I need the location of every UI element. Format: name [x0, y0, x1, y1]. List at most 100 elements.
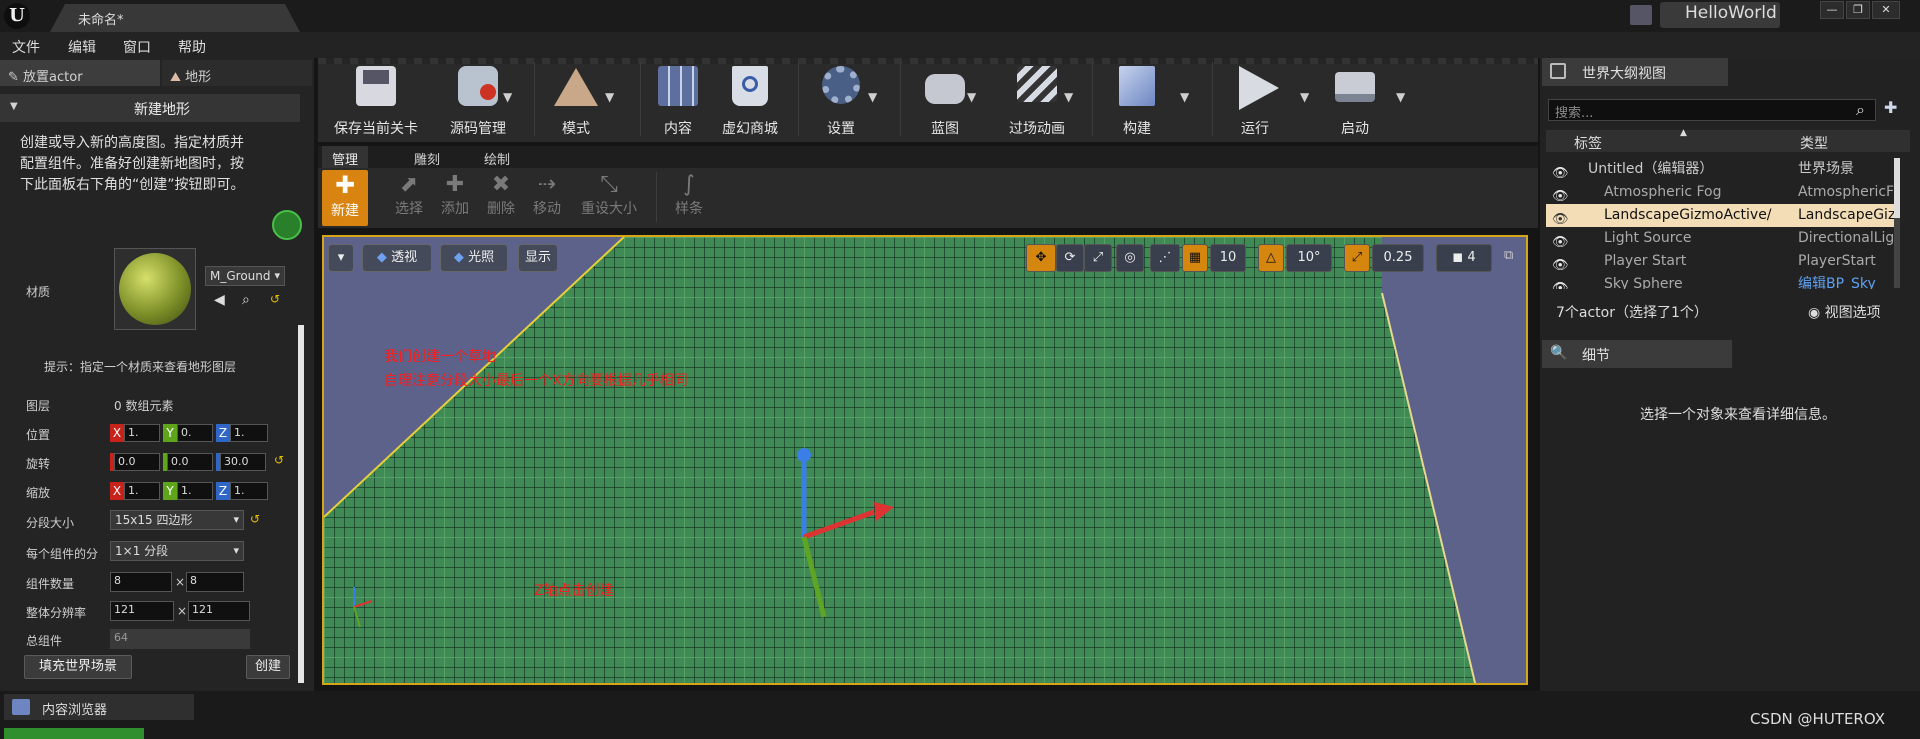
close-button[interactable]: ✕ [1872, 1, 1900, 19]
viewport-options-button[interactable]: ▾ [328, 244, 354, 272]
play-button[interactable]: 运行 [1220, 60, 1290, 140]
scrollbar-thumb[interactable] [1894, 158, 1900, 218]
rotation-z-field[interactable]: 30.0 [220, 453, 266, 471]
menu-edit[interactable]: 编辑 [68, 37, 96, 57]
tab-details[interactable]: 细节 [1542, 340, 1732, 368]
visibility-eye-icon[interactable]: 👁 [1552, 254, 1569, 273]
launch-dropdown-icon[interactable]: ▼ [1396, 90, 1405, 104]
rotation-x-field[interactable]: 0.0 [114, 453, 160, 471]
marketplace-button[interactable]: 虚幻商城 [712, 60, 788, 140]
scale-z-field[interactable]: 1. [230, 482, 268, 500]
menu-help[interactable]: 帮助 [178, 37, 206, 57]
translate-mode-icon[interactable]: ✥ [1026, 244, 1056, 272]
scale-y-field[interactable]: 1. [177, 482, 213, 500]
add-new-button[interactable] [4, 728, 144, 739]
settings-button[interactable]: 设置 [806, 60, 876, 140]
fill-world-button[interactable]: 填充世界场景 [24, 655, 132, 679]
build-dropdown-icon[interactable]: ▼ [1180, 90, 1189, 104]
visibility-eye-icon[interactable]: 👁 [1552, 162, 1569, 181]
play-dropdown-icon[interactable]: ▼ [1300, 90, 1309, 104]
outliner-row[interactable]: 👁 Light Source DirectionalLig [1546, 227, 1894, 250]
spline-tool-button[interactable]: ∫ 样条 [664, 172, 714, 224]
menu-file[interactable]: 文件 [12, 37, 40, 57]
column-type[interactable]: 类型 [1800, 133, 1828, 153]
grid-snap-icon[interactable]: ▦ [1182, 244, 1208, 272]
tab-landscape[interactable]: ⛰ 地形 [162, 60, 312, 86]
world-local-icon[interactable]: ◎ [1116, 244, 1144, 272]
location-z-field[interactable]: 1. [230, 424, 268, 442]
outliner-row[interactable]: 👁 Atmospheric Fog AtmosphericF [1546, 181, 1894, 204]
visibility-eye-icon[interactable]: 👁 [1552, 277, 1569, 289]
visibility-eye-icon[interactable]: 👁 [1552, 208, 1569, 227]
document-tab[interactable]: 未命名* [50, 4, 300, 32]
section-header[interactable]: ▼ 新建地形 [0, 94, 300, 122]
camera-speed-button[interactable]: ◼ 4 [1436, 244, 1492, 272]
modes-dropdown-icon[interactable]: ▼ [605, 90, 614, 104]
outliner-row[interactable]: 👁 Player Start PlayerStart [1546, 250, 1894, 273]
tab-place-actor[interactable]: ✎ 放置actor [0, 60, 160, 86]
add-tool-button[interactable]: ✚ 添加 [430, 172, 480, 224]
select-tool-button[interactable]: ⬈ 选择 [384, 172, 434, 224]
tab-paint[interactable]: 绘制 [474, 146, 520, 168]
maximize-viewport-icon[interactable]: ⧉ [1504, 248, 1513, 263]
settings-dropdown-icon[interactable]: ▼ [868, 90, 877, 104]
outliner-row[interactable]: 👁 Sky Sphere 编辑BP_Sky [1546, 273, 1894, 289]
launch-button[interactable]: 启动 [1318, 60, 1392, 140]
lighting-button[interactable]: ◆ 光照 [440, 244, 508, 272]
tab-sculpt[interactable]: 雕刻 [404, 146, 450, 168]
move-tool-button[interactable]: ⇢ 移动 [522, 172, 572, 224]
rotation-snap-value[interactable]: 10° [1286, 244, 1332, 272]
scale-snap-value[interactable]: 0.25 [1372, 244, 1424, 272]
outliner-row-selected[interactable]: 👁 LandscapeGizmoActive/LandscapeGiz [1546, 204, 1894, 227]
view-options-button[interactable]: ◉ 视图选项 [1808, 302, 1881, 322]
tab-world-outliner[interactable]: 世界大纲视图 [1542, 58, 1728, 86]
visibility-eye-icon[interactable]: 👁 [1552, 231, 1569, 250]
reset-arrow-icon[interactable]: ↺ [270, 292, 280, 306]
new-tool-button[interactable]: ✚ 新建 [322, 170, 368, 226]
resize-tool-button[interactable]: ⤡ 重设大小 [578, 172, 640, 224]
material-thumbnail[interactable] [114, 248, 196, 330]
scale-x-field[interactable]: 1. [124, 482, 160, 500]
resolution-x-field[interactable]: 121 [110, 601, 174, 621]
create-button[interactable]: 创建 [246, 655, 290, 679]
perspective-button[interactable]: ◆ 透视 [362, 244, 432, 272]
resolution-y-field[interactable]: 121 [188, 601, 250, 621]
outliner-search-input[interactable]: 搜索... [1548, 99, 1876, 121]
component-count-y-field[interactable]: 8 [186, 572, 244, 592]
section-size-combo[interactable]: 15x15 四边形 [110, 510, 244, 530]
outliner-row[interactable]: 👁 Untitled（编辑器） 世界场景 [1546, 158, 1894, 181]
rotation-snap-icon[interactable]: △ [1258, 244, 1284, 272]
rotation-y-field[interactable]: 0.0 [167, 453, 213, 471]
panel-scrollbar[interactable] [298, 325, 304, 683]
grid-snap-value[interactable]: 10 [1210, 244, 1246, 272]
landscape-mode-icon[interactable] [272, 210, 302, 240]
source-control-dropdown-icon[interactable]: ▼ [503, 90, 512, 104]
tab-manage[interactable]: 管理 [322, 146, 369, 168]
rotation-reset-icon[interactable]: ↺ [274, 453, 284, 467]
level-viewport[interactable] [322, 235, 1528, 685]
add-filter-icon[interactable]: ✚ [1884, 98, 1897, 117]
surface-snap-icon[interactable]: ⋰ [1150, 244, 1180, 272]
location-x-field[interactable]: 1. [124, 424, 160, 442]
column-label[interactable]: 标签 [1574, 133, 1602, 153]
component-count-x-field[interactable]: 8 [110, 572, 172, 592]
cinematics-dropdown-icon[interactable]: ▼ [1064, 90, 1073, 104]
section-size-reset-icon[interactable]: ↺ [250, 512, 260, 526]
maximize-button[interactable]: ❐ [1846, 1, 1870, 19]
build-button[interactable]: 构建 [1100, 60, 1174, 140]
sections-per-component-combo[interactable]: 1×1 分段 [110, 541, 244, 561]
minimize-button[interactable]: — [1820, 1, 1844, 19]
content-button[interactable]: 内容 [646, 60, 710, 140]
material-combo[interactable]: M_Ground [205, 266, 285, 286]
modes-button[interactable]: 模式 [540, 60, 612, 140]
outliner-scrollbar[interactable] [1894, 158, 1900, 288]
use-selected-arrow-icon[interactable]: ◀ [214, 292, 225, 308]
scale-snap-icon[interactable]: ⤢ [1344, 244, 1370, 272]
save-level-button[interactable]: 保存当前关卡 [326, 60, 426, 140]
delete-tool-button[interactable]: ✖ 删除 [476, 172, 526, 224]
blueprints-dropdown-icon[interactable]: ▼ [967, 90, 976, 104]
browse-search-icon[interactable]: ⌕ [242, 292, 250, 308]
scale-mode-icon[interactable]: ⤢ [1084, 244, 1112, 272]
row-type[interactable]: 编辑BP_Sky [1798, 273, 1894, 289]
location-y-field[interactable]: 0. [177, 424, 213, 442]
